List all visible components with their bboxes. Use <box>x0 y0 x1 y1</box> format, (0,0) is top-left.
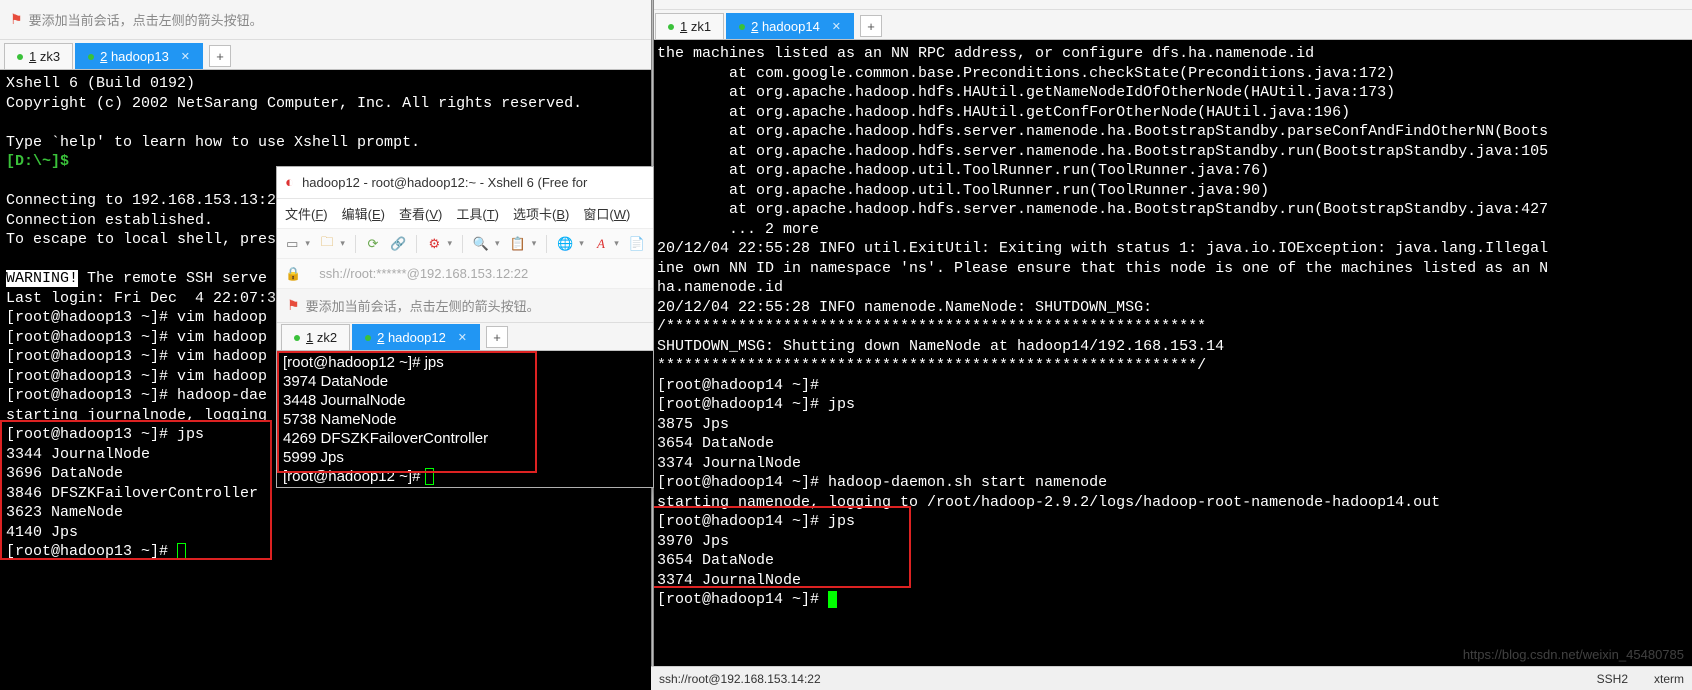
font-icon[interactable]: A <box>594 235 608 253</box>
xshell-right-window: 1 zk1 2 hadoop14 ✕ + the machines listed… <box>651 0 1692 690</box>
menu-item[interactable]: 窗口(W) <box>583 204 630 223</box>
search-icon[interactable]: 🔍 <box>473 235 489 253</box>
status-conn: ssh://root@192.168.153.14:22 <box>659 672 821 686</box>
menu-item[interactable]: 查看(V) <box>399 204 442 223</box>
disconnect-icon[interactable]: 🔗 <box>390 235 406 253</box>
close-icon[interactable]: ✕ <box>832 20 841 33</box>
close-icon[interactable]: ✕ <box>181 50 190 63</box>
popup-address-input[interactable] <box>319 266 645 281</box>
right-tab-strip: 1 zk1 2 hadoop14 ✕ + <box>651 10 1692 40</box>
right-status-bar: ssh://root@192.168.153.14:22 SSH2 xterm <box>651 666 1692 690</box>
left-tab-strip: 1 zk3 2 hadoop13 ✕ + <box>0 40 651 70</box>
popup-hint-bar: ⚑ 要添加当前会话，点击左侧的箭头按钮。 <box>277 289 653 323</box>
popup-address-bar: 🔒 <box>277 259 653 289</box>
status-dot-icon <box>17 54 23 60</box>
status-dot-icon <box>365 335 371 341</box>
popup-toolbar: ▭▾ 🗀▾ ⟳ 🔗 ⚙▾ 🔍▾ 📋▾ 🌐▾ A▾ 📄 <box>277 229 653 259</box>
status-dot-icon <box>88 54 94 60</box>
menu-item[interactable]: 编辑(E) <box>342 204 385 223</box>
reconnect-icon[interactable]: ⟳ <box>366 235 380 253</box>
copy-icon[interactable]: 📋 <box>510 235 526 253</box>
popup-xshell-window: ◐ hadoop12 - root@hadoop12:~ - Xshell 6 … <box>276 166 654 488</box>
popup-tab-strip: 1 zk2 2 hadoop12 ✕ + <box>277 323 653 351</box>
left-hint-text: 要添加当前会话，点击左侧的箭头按钮。 <box>29 10 263 29</box>
highlight-box <box>277 351 537 473</box>
tab-zk3[interactable]: 1 zk3 <box>4 43 73 69</box>
status-termtype: xterm <box>1654 672 1684 686</box>
popup-title-text: hadoop12 - root@hadoop12:~ - Xshell 6 (F… <box>302 175 587 190</box>
tab-hadoop12[interactable]: 2 hadoop12 ✕ <box>352 324 480 350</box>
add-tab-button[interactable]: + <box>209 45 231 67</box>
popup-hint-text: 要添加当前会话，点击左侧的箭头按钮。 <box>306 296 540 315</box>
status-protocol: SSH2 <box>1597 672 1628 686</box>
tab-hadoop14[interactable]: 2 hadoop14 ✕ <box>726 13 854 39</box>
watermark-text: https://blog.csdn.net/weixin_45480785 <box>1463 647 1684 662</box>
tab-zk2[interactable]: 1 zk2 <box>281 324 350 350</box>
add-tab-button[interactable]: + <box>860 15 882 37</box>
close-icon[interactable]: ✕ <box>458 331 467 344</box>
status-dot-icon <box>294 335 300 341</box>
flag-icon: ⚑ <box>10 11 23 28</box>
status-dot-icon <box>668 24 674 30</box>
flag-icon: ⚑ <box>287 297 300 314</box>
new-icon[interactable]: ▭ <box>285 235 299 253</box>
popup-menubar: 文件(F) 编辑(E) 查看(V) 工具(T) 选项卡(B) 窗口(W) <box>277 199 653 229</box>
right-hint-bar <box>651 0 1692 10</box>
status-dot-icon <box>739 24 745 30</box>
popup-titlebar[interactable]: ◐ hadoop12 - root@hadoop12:~ - Xshell 6 … <box>277 167 653 199</box>
popup-terminal[interactable]: [root@hadoop12 ~]# jps 3974 DataNode 344… <box>277 351 653 487</box>
add-tab-button[interactable]: + <box>486 326 508 348</box>
tab-hadoop13[interactable]: 2 hadoop13 ✕ <box>75 43 203 69</box>
right-terminal[interactable]: the machines listed as an NN RPC address… <box>651 40 1692 622</box>
menu-item[interactable]: 工具(T) <box>456 204 499 223</box>
menu-item[interactable]: 选项卡(B) <box>513 204 569 223</box>
app-icon: ◐ <box>285 174 294 191</box>
properties-icon[interactable]: ⚙ <box>427 235 441 253</box>
left-hint-bar: ⚑ 要添加当前会话，点击左侧的箭头按钮。 <box>0 0 651 40</box>
tab-zk1[interactable]: 1 zk1 <box>655 13 724 39</box>
globe-icon[interactable]: 🌐 <box>557 235 573 253</box>
lock-icon: 🔒 <box>285 266 301 282</box>
script-icon[interactable]: 📄 <box>629 235 645 253</box>
open-icon[interactable]: 🗀 <box>320 235 334 253</box>
menu-item[interactable]: 文件(F) <box>285 204 328 223</box>
